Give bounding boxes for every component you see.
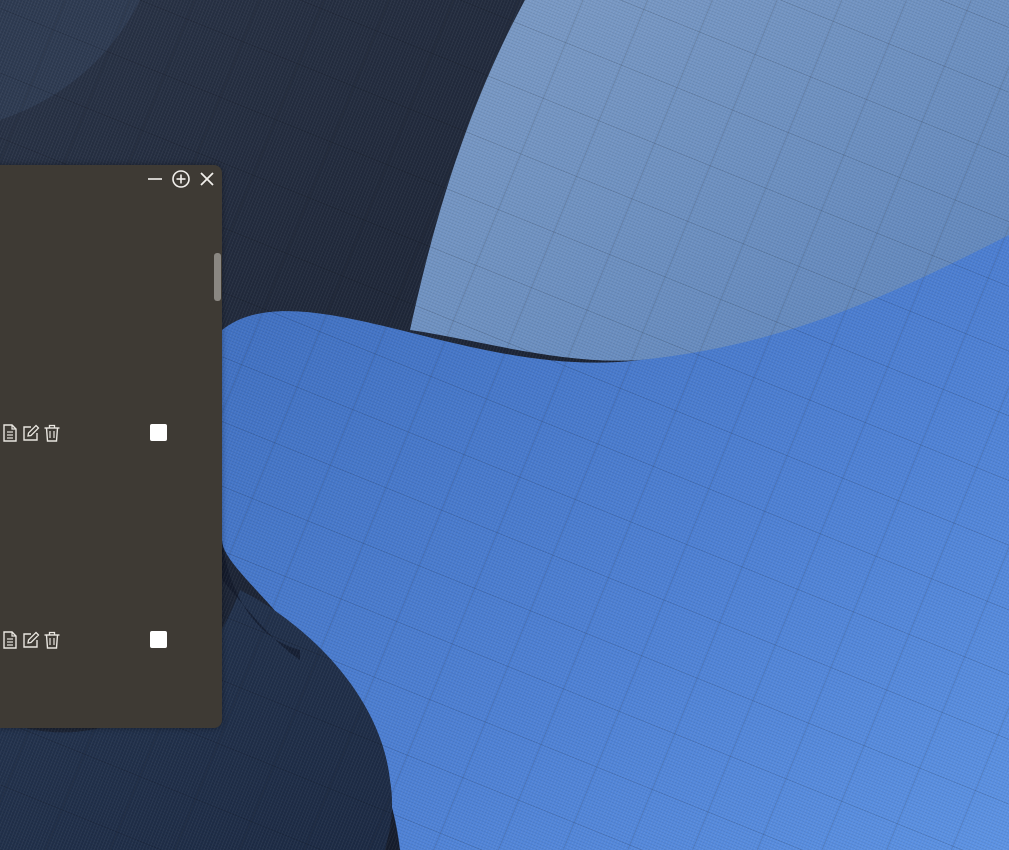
row-checkbox[interactable]	[150, 424, 167, 441]
edit-icon[interactable]	[21, 630, 40, 650]
window-controls	[144, 169, 218, 189]
desktop	[0, 0, 1009, 850]
view-document-icon[interactable]	[0, 630, 19, 650]
delete-icon[interactable]	[42, 630, 61, 650]
minimize-icon[interactable]	[144, 169, 166, 189]
view-document-icon[interactable]	[0, 423, 19, 443]
row-checkbox[interactable]	[150, 631, 167, 648]
app-window[interactable]	[0, 165, 222, 728]
maximize-icon[interactable]	[170, 169, 192, 189]
list-item	[0, 422, 167, 444]
vertical-scrollbar-thumb[interactable]	[214, 253, 221, 301]
row-actions	[0, 423, 61, 443]
list-item	[0, 629, 167, 651]
row-actions	[0, 630, 61, 650]
delete-icon[interactable]	[42, 423, 61, 443]
edit-icon[interactable]	[21, 423, 40, 443]
close-icon[interactable]	[196, 169, 218, 189]
